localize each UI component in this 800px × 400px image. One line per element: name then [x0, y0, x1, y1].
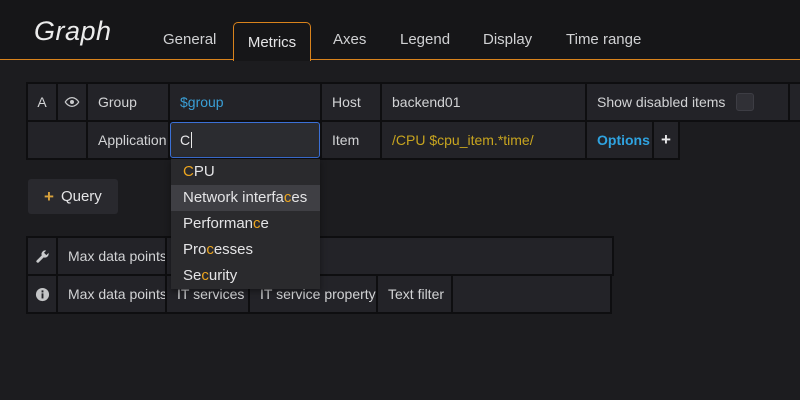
- tab-display[interactable]: Display: [483, 31, 532, 48]
- eye-icon: [64, 94, 80, 110]
- add-query-label: Query: [61, 188, 102, 205]
- row2-spacer-cell: [28, 122, 86, 158]
- typeahead-item-network-interfaces[interactable]: Network interfaces: [171, 185, 320, 211]
- max-data-points-label: Max data points: [58, 238, 165, 274]
- group-value[interactable]: $group: [170, 84, 320, 120]
- application-input-value: C: [180, 132, 190, 148]
- tab-axes[interactable]: Axes: [333, 31, 366, 48]
- plus-icon: +: [661, 130, 671, 150]
- toggle-visibility-cell[interactable]: [58, 84, 86, 120]
- wrench-icon: [35, 249, 50, 264]
- text-cursor: [191, 132, 192, 148]
- show-disabled-label: Show disabled items: [597, 94, 725, 110]
- group-label: Group: [88, 84, 168, 120]
- wrench-cell[interactable]: [28, 238, 56, 274]
- show-disabled-checkbox[interactable]: [736, 93, 754, 111]
- typeahead-item-security[interactable]: Security: [171, 263, 320, 289]
- info-cell[interactable]: [28, 276, 56, 312]
- typeahead-item-performance[interactable]: Performance: [171, 211, 320, 237]
- query-row-1: A Group $group Host backend01 Show disab…: [28, 84, 800, 120]
- item-value[interactable]: /CPU $cpu_item.*time/: [382, 122, 585, 158]
- show-disabled-cell: Show disabled items: [587, 84, 788, 120]
- application-input[interactable]: C: [170, 122, 320, 158]
- row4-trailing-cell: [453, 276, 610, 312]
- options-button[interactable]: Options: [587, 122, 652, 158]
- panel-editor-header: Graph General Axes Legend Display Time r…: [0, 0, 800, 60]
- host-value[interactable]: backend01: [382, 84, 585, 120]
- text-filter-cell[interactable]: Text filter: [378, 276, 451, 312]
- query-row-2: Application C Item /CPU $cpu_item.*time/…: [28, 122, 678, 158]
- tab-time-range[interactable]: Time range: [566, 31, 641, 48]
- plus-icon: +: [44, 187, 54, 207]
- max-data-points-label: Max data points: [58, 276, 165, 312]
- item-label: Item: [322, 122, 380, 158]
- tab-general[interactable]: General: [163, 31, 216, 48]
- typeahead-dropdown: CPU Network interfaces Performance Proce…: [171, 159, 320, 289]
- query-letter[interactable]: A: [28, 84, 56, 120]
- row1-trailing-cell: [790, 84, 800, 120]
- add-metric-button[interactable]: +: [654, 122, 678, 158]
- panel-title: Graph: [34, 16, 112, 47]
- add-query-button[interactable]: + Query: [28, 179, 118, 214]
- options-row-wrench: Max data points: [28, 238, 612, 274]
- application-label: Application: [88, 122, 168, 158]
- host-label: Host: [322, 84, 380, 120]
- metrics-editor: A Group $group Host backend01 Show disab…: [0, 60, 800, 400]
- typeahead-item-processes[interactable]: Processes: [171, 237, 320, 263]
- info-icon: [35, 287, 50, 302]
- typeahead-item-cpu[interactable]: CPU: [171, 159, 320, 185]
- tab-legend[interactable]: Legend: [400, 31, 450, 48]
- tab-metrics[interactable]: Metrics: [233, 22, 311, 61]
